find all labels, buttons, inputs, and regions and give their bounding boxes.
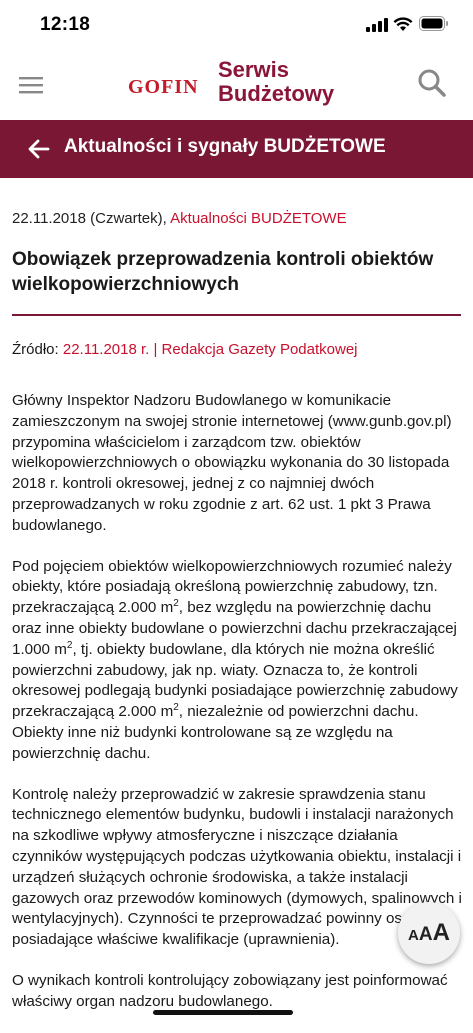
paragraph-4: O wynikach kontroli kontrolujący zobowią… bbox=[12, 971, 448, 1010]
logo-gofin: GOFIN bbox=[128, 76, 199, 98]
status-time: 12:18 bbox=[40, 14, 91, 35]
section-header: Aktualności i sygnały BUDŻETOWE bbox=[0, 120, 473, 178]
paragraph-1: Główny Inspektor Nadzoru Budowlanego w k… bbox=[12, 392, 452, 534]
paragraph-3: Kontrolę należy przeprowadzić w zakresie… bbox=[12, 785, 462, 949]
top-bar: GOFIN Serwis Budżetowy bbox=[0, 52, 473, 120]
paragraph-2: Pod pojęciem obiektów wielkopowierzchnio… bbox=[12, 557, 458, 762]
wifi-icon bbox=[393, 17, 413, 31]
status-bar: 12:18 bbox=[0, 0, 473, 52]
article-meta: 22.11.2018 (Czwartek), Aktualności BUDŻE… bbox=[12, 210, 347, 227]
article-date: 22.11.2018 (Czwartek), bbox=[12, 210, 167, 227]
article-source: Źródło: 22.11.2018 r. | Redakcja Gazety … bbox=[12, 341, 358, 358]
signal-icon bbox=[366, 18, 388, 32]
logo-line1: Serwis bbox=[218, 57, 289, 82]
hamburger-menu-icon[interactable] bbox=[18, 72, 44, 98]
search-icon[interactable] bbox=[417, 68, 447, 98]
article-body: Główny Inspektor Nadzoru Budowlanego w k… bbox=[12, 391, 464, 1033]
battery-icon bbox=[419, 16, 448, 31]
article-title: Obowiązek przeprowadzenia kontroli obiek… bbox=[12, 249, 434, 295]
font-size-button[interactable]: AAA bbox=[398, 902, 460, 964]
back-arrow-icon[interactable] bbox=[27, 137, 51, 161]
home-indicator[interactable] bbox=[153, 1010, 293, 1015]
source-label: Źródło: bbox=[12, 341, 59, 358]
section-title: Aktualności i sygnały BUDŻETOWE bbox=[64, 136, 386, 157]
logo-line2: Budżetowy bbox=[218, 81, 335, 106]
title-divider bbox=[12, 314, 461, 316]
source-value-link[interactable]: 22.11.2018 r. | Redakcja Gazety Podatkow… bbox=[63, 341, 358, 358]
article-category-link[interactable]: Aktualności BUDŻETOWE bbox=[170, 210, 346, 227]
